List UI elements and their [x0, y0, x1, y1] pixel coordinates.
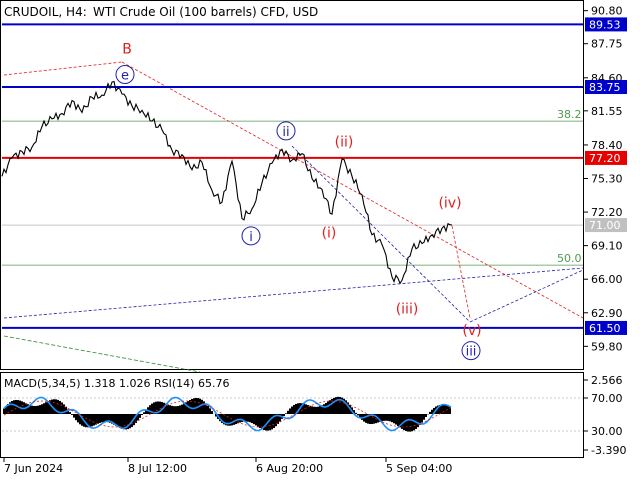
price-tick-label: 90.80 [591, 5, 623, 18]
indicator-tick-label: 30.00 [591, 425, 623, 438]
indicator-label: MACD(5,34,5) 1.318 1.026 RSI(14) 65.76 [4, 377, 229, 390]
time-tick-label: 6 Aug 20:00 [256, 462, 323, 475]
key-level-label: 77.20 [589, 152, 621, 165]
price-tick-label: 59.80 [591, 340, 623, 353]
wave-label: B [122, 42, 132, 58]
time-tick-label: 5 Sep 04:00 [386, 462, 452, 475]
price-tick-label: 69.10 [591, 240, 623, 253]
chart-svg: 38.250.0 Beiii(ii)(i)(iii)(iv)(v)iii 90.… [0, 0, 640, 480]
wave-label: (i) [322, 226, 337, 242]
fib-level-label: 50.0 [557, 252, 582, 265]
chart-title-description: WTI Crude Oil (100 barrels) CFD, USD [93, 5, 318, 19]
price-tick-label: 81.55 [591, 105, 623, 118]
wave-label: e [121, 69, 129, 84]
chart-root: 38.2 50.0 Be ii i (ii) (i) (iii) (iv) (v) iii 90.… [0, 0, 640, 480]
time-tick-label: 7 Jun 2024 [4, 462, 63, 475]
key-level-label: 83.75 [589, 81, 621, 94]
price-tick-label: 72.20 [591, 206, 623, 219]
wave-label: (iii) [396, 301, 419, 317]
wave-label: i [249, 230, 253, 245]
indicator-tick-label: 70.00 [591, 392, 623, 405]
indicator-tick-label: 2.566 [591, 374, 623, 387]
wave-label: iii [466, 345, 477, 360]
wave-label: (ii) [335, 135, 354, 151]
wave-label: (v) [462, 323, 481, 339]
fib-level-label: 38.2 [557, 108, 582, 121]
time-tick-label: 8 Jul 12:00 [128, 462, 187, 475]
indicator-tick-label: -3.390 [591, 444, 626, 457]
chart-title-symbol: CRUDOIL, H4: [4, 5, 87, 19]
current-price-label: 71.00 [589, 219, 621, 232]
wave-label: ii [282, 125, 289, 140]
price-tick-label: 62.90 [591, 307, 623, 320]
price-tick-label: 78.40 [591, 139, 623, 152]
price-tick-label: 66.00 [591, 273, 623, 286]
price-tick-label: 87.75 [591, 38, 623, 51]
price-tick-label: 75.30 [591, 173, 623, 186]
key-level-label: 89.53 [589, 18, 621, 31]
wave-label: (iv) [438, 195, 461, 211]
key-level-label: 61.50 [589, 322, 621, 335]
